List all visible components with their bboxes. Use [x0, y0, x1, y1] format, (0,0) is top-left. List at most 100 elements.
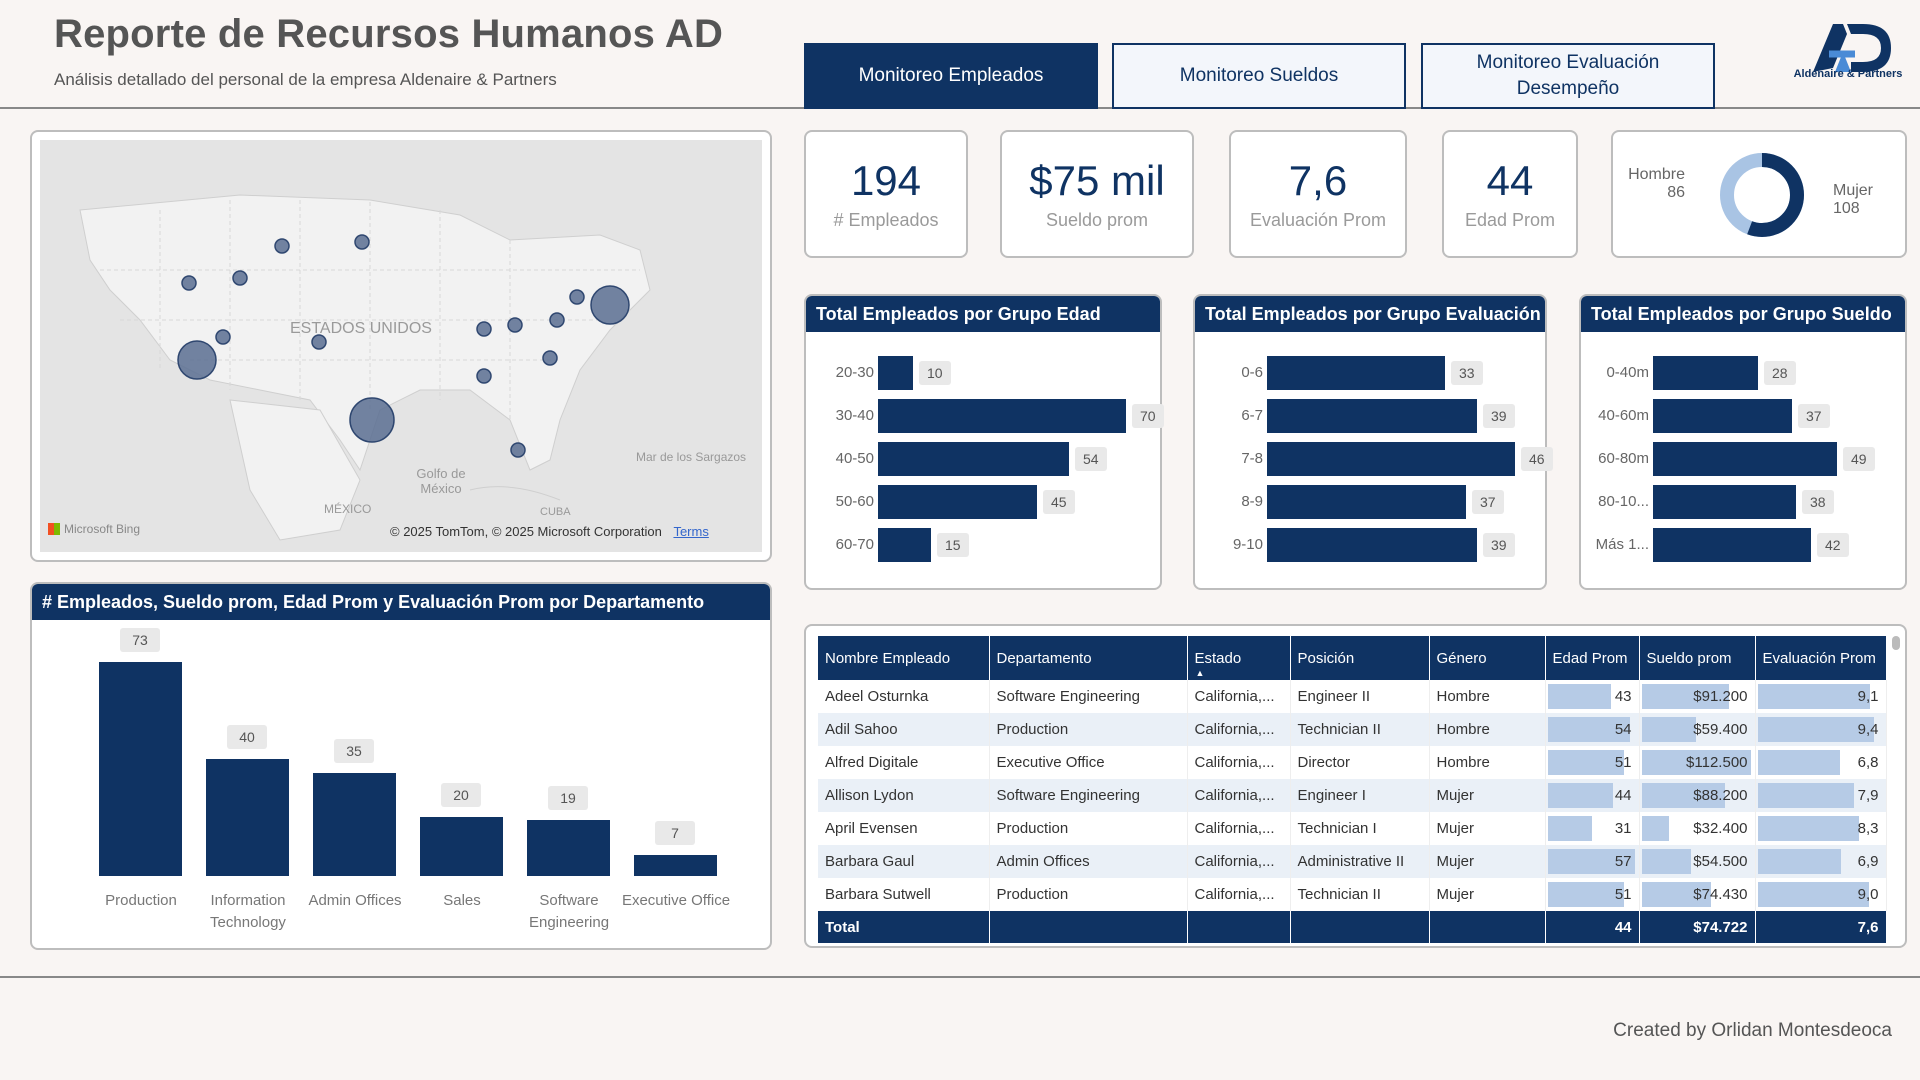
column-bar[interactable]: [313, 773, 396, 876]
bar-category: 20-30: [835, 364, 874, 381]
column-bar[interactable]: [99, 662, 182, 876]
column-header[interactable]: Edad Prom: [1545, 636, 1640, 680]
bar: [878, 485, 1037, 519]
data-bar: [1757, 882, 1869, 907]
bar-row[interactable]: 8-9 37: [1195, 485, 1545, 519]
table-row[interactable]: Adeel Osturnka Software Engineering Califo…: [818, 680, 1887, 713]
copyright-text: © 2025 TomTom, © 2025 Microsoft Corporat…: [390, 524, 662, 539]
column-header[interactable]: Evaluación Prom: [1755, 636, 1887, 680]
table-row[interactable]: Barbara Gaul Admin Offices California,... A…: [818, 845, 1887, 878]
column-category: Sales: [443, 892, 481, 909]
data-bar: [1641, 717, 1697, 742]
data-bar: [1547, 816, 1592, 841]
kpi-empleados: 194 # Empleados: [804, 130, 968, 258]
bar-data-label: 10: [919, 361, 951, 385]
cell-value: $112.500: [1686, 754, 1748, 771]
table-row[interactable]: Allison Lydon Software Engineering Califor…: [818, 779, 1887, 812]
gender-donut-card: Hombre 86 Mujer 108: [1611, 130, 1907, 258]
bar-data-label: 37: [1798, 404, 1830, 428]
column-header[interactable]: Departamento: [989, 636, 1188, 680]
table-cell-bar: 6,8: [1755, 746, 1887, 779]
gender-donut[interactable]: [1717, 150, 1807, 240]
table-row[interactable]: April Evensen Production California,... Tec…: [818, 812, 1887, 845]
bar-row[interactable]: 60-70 15: [806, 528, 1160, 562]
tab-monitoreo-sueldos[interactable]: Monitoreo Sueldos: [1112, 43, 1406, 109]
bar-row[interactable]: Más 1... 42: [1581, 528, 1905, 562]
table-cell: Hombre: [1429, 746, 1546, 779]
bar-row[interactable]: 9-10 39: [1195, 528, 1545, 562]
column-header[interactable]: Nombre Empleado: [818, 636, 990, 680]
logo-text: Aldenaire & Partners: [1793, 68, 1903, 80]
bar-row[interactable]: 30-40 70: [806, 399, 1164, 433]
table-cell-bar: 9,1: [1755, 680, 1887, 713]
cell-value: $54.500: [1693, 853, 1748, 870]
bar-row[interactable]: 6-7 39: [1195, 399, 1545, 433]
sort-asc-icon[interactable]: ▲: [1196, 668, 1205, 678]
cell-value: 9,0: [1857, 886, 1879, 903]
terms-link[interactable]: Terms: [673, 524, 708, 539]
table-cell-bar: 57: [1545, 845, 1640, 878]
column-header[interactable]: Estado ▲: [1187, 636, 1291, 680]
table-cell: Technician II: [1290, 713, 1430, 746]
table-cell: Engineer I: [1290, 779, 1430, 812]
bar-category: 9-10: [1232, 536, 1263, 553]
column-bar[interactable]: [420, 817, 503, 876]
bar-data-label: 70: [1132, 404, 1164, 428]
gender-female-label: Mujer 108: [1833, 182, 1873, 218]
employee-location-map[interactable]: ESTADOS UNIDOS Golfo de México MÉXICO CU…: [40, 140, 762, 552]
table-row[interactable]: Alfred Digitale Executive Office Californi…: [818, 746, 1887, 779]
bar-data-label: 28: [1764, 361, 1796, 385]
bar-row[interactable]: 7-8 46: [1195, 442, 1553, 476]
bing-label: Microsoft Bing: [64, 522, 141, 536]
table-cell: Technician II: [1290, 878, 1430, 911]
column-header[interactable]: Sueldo prom: [1639, 636, 1756, 680]
data-bar: [1757, 783, 1855, 808]
table-row[interactable]: Adil Sahoo Production California,... Techni…: [818, 713, 1887, 746]
bar-category: 60-80m: [1598, 450, 1649, 467]
bar-category: 40-60m: [1598, 407, 1649, 424]
bar-row[interactable]: 20-30 10: [806, 356, 1160, 390]
column-category: Executive Office: [621, 892, 731, 909]
bar-row[interactable]: 50-60 45: [806, 485, 1160, 519]
bar-row[interactable]: 40-60m 37: [1581, 399, 1905, 433]
bar: [1267, 399, 1477, 433]
table-cell: Barbara Gaul: [818, 845, 990, 878]
table-cell: California,...: [1187, 878, 1291, 911]
bar: [1653, 442, 1837, 476]
table-cell: Production: [989, 878, 1188, 911]
chart-grupo-sueldo: Total Empleados por Grupo Sueldo 0-40m 28…: [1579, 294, 1907, 590]
bar-row[interactable]: 0-40m 28: [1581, 356, 1905, 390]
table-cell-bar: 51: [1545, 746, 1640, 779]
kpi-value: 44: [1486, 156, 1534, 204]
tab-monitoreo-empleados[interactable]: Monitoreo Empleados: [804, 43, 1098, 109]
total-cell: [1429, 911, 1546, 943]
gender-male-label: Hombre 86: [1623, 166, 1685, 202]
column-bar[interactable]: [527, 820, 610, 876]
bar-row[interactable]: 0-6 33: [1195, 356, 1545, 390]
column-bar[interactable]: [634, 855, 717, 876]
table-scrollbar[interactable]: [1892, 636, 1900, 650]
column-header[interactable]: Posición: [1290, 636, 1430, 680]
cell-value: 8,3: [1857, 820, 1879, 837]
cell-value: $91.200: [1693, 688, 1748, 705]
table-cell-bar: 9,4: [1755, 713, 1887, 746]
column-bar[interactable]: [206, 759, 289, 876]
table-cell-bar: $74.430: [1639, 878, 1756, 911]
bar-row[interactable]: 80-10... 38: [1581, 485, 1905, 519]
column-header[interactable]: Género: [1429, 636, 1546, 680]
map-sargasso-label: Mar de los Sargazos: [636, 450, 747, 464]
table-cell-bar: $54.500: [1639, 845, 1756, 878]
tab-monitoreo-evaluacion[interactable]: Monitoreo Evaluación Desempeño: [1421, 43, 1715, 109]
chart-title: Total Empleados por Grupo Evaluación: [1195, 296, 1545, 332]
table-cell-bar: $112.500: [1639, 746, 1756, 779]
table-row[interactable]: Barbara Sutwell Production California,... T…: [818, 878, 1887, 911]
table-cell: Mujer: [1429, 812, 1546, 845]
bar-row[interactable]: 40-50 54: [806, 442, 1160, 476]
total-cell: 7,6: [1755, 911, 1887, 943]
cell-value: 6,8: [1857, 754, 1879, 771]
bar-data-label: 37: [1472, 490, 1504, 514]
bar-row[interactable]: 60-80m 49: [1581, 442, 1905, 476]
table-cell: California,...: [1187, 812, 1291, 845]
footer-divider: [0, 976, 1920, 978]
kpi-label: Edad Prom: [1464, 209, 1556, 230]
